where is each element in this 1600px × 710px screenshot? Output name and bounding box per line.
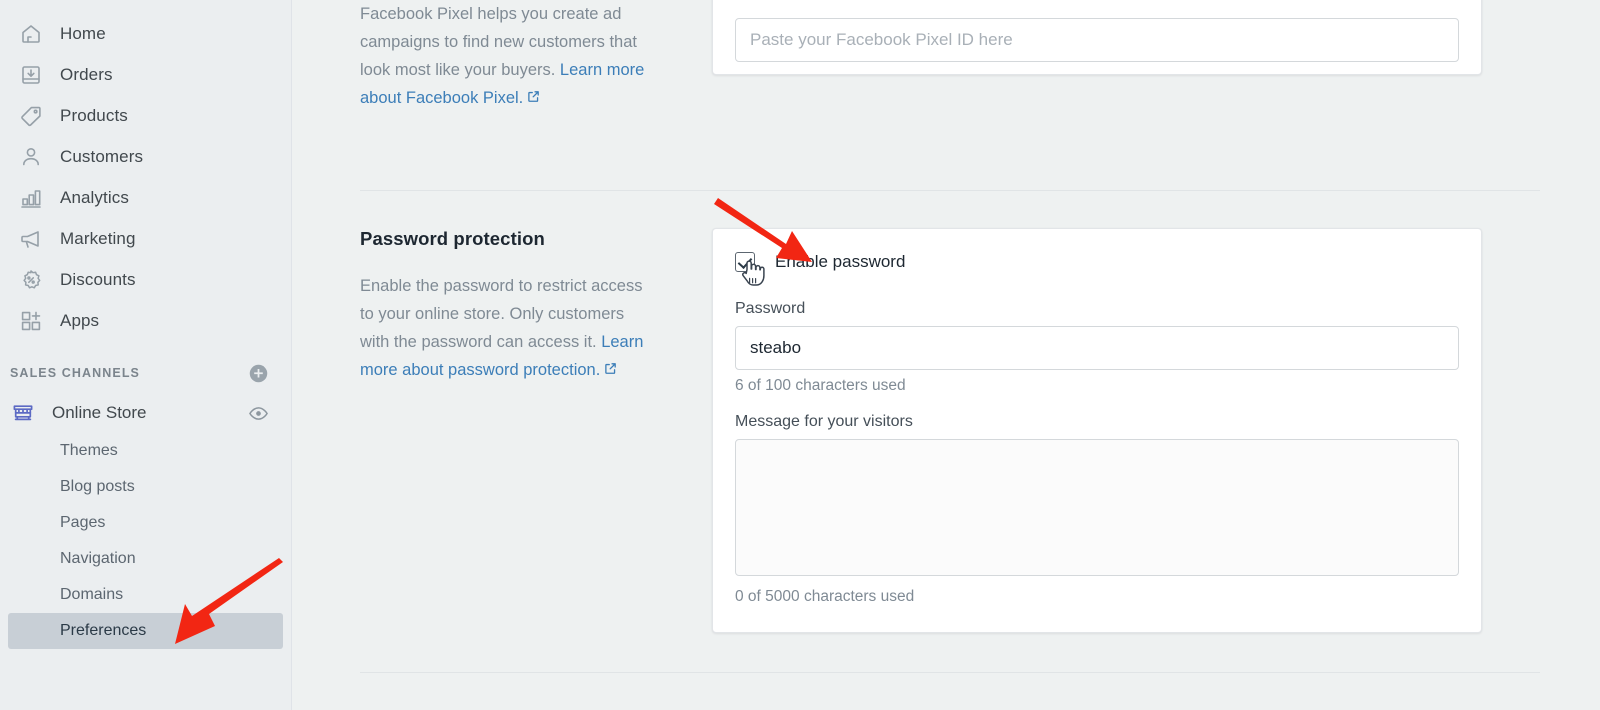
- sidebar-item-products[interactable]: Products: [8, 95, 283, 136]
- enable-password-checkbox[interactable]: [735, 252, 755, 272]
- sidebar-item-label: Home: [60, 23, 106, 43]
- sidebar-item-label: Customers: [60, 146, 144, 166]
- sidebar-item-label: Analytics: [60, 187, 129, 207]
- customers-person-icon: [18, 144, 44, 170]
- sidebar-item-marketing[interactable]: Marketing: [8, 218, 283, 259]
- sidebar-item-analytics[interactable]: Analytics: [8, 177, 283, 218]
- sidebar-item-customers[interactable]: Customers: [8, 136, 283, 177]
- sub-item-label: Navigation: [60, 550, 136, 567]
- sidebar-item-pages[interactable]: Pages: [8, 505, 283, 541]
- discounts-percent-badge-icon: [18, 267, 44, 293]
- sidebar-item-apps[interactable]: Apps: [8, 300, 283, 341]
- products-tag-icon: [18, 103, 44, 129]
- sidebar-item-domains[interactable]: Domains: [8, 577, 283, 613]
- password-protection-section: Password protection Enable the password …: [292, 228, 1600, 633]
- bottom-section-divider: [360, 672, 1540, 673]
- facebook-pixel-left-column: Facebook Pixel helps you create ad campa…: [292, 0, 712, 113]
- external-link-icon: [603, 357, 618, 385]
- password-field-label: Password: [735, 300, 806, 317]
- sidebar-item-preferences[interactable]: Preferences: [8, 613, 283, 649]
- sub-item-label: Preferences: [60, 622, 147, 639]
- online-store-shop-icon: [10, 400, 36, 426]
- orders-icon: [18, 62, 44, 88]
- facebook-pixel-id-input[interactable]: [735, 18, 1459, 62]
- sub-item-label: Domains: [60, 586, 124, 603]
- password-input[interactable]: [735, 326, 1459, 370]
- sub-item-label: Pages: [60, 514, 106, 531]
- main-content: Facebook Pixel helps you create ad campa…: [292, 0, 1600, 710]
- password-character-counter: 6 of 100 characters used: [735, 377, 906, 394]
- sub-item-label: Blog posts: [60, 478, 135, 495]
- main-sidebar: Home Orders Products Customers Analytics…: [0, 0, 292, 710]
- sales-channels-header: SALES CHANNELS: [0, 353, 291, 393]
- sidebar-item-blog-posts[interactable]: Blog posts: [8, 469, 283, 505]
- sidebar-item-label: Products: [60, 105, 128, 125]
- app-root: Home Orders Products Customers Analytics…: [0, 0, 1600, 710]
- sidebar-item-label: Marketing: [60, 228, 136, 248]
- facebook-pixel-section: Facebook Pixel helps you create ad campa…: [292, 0, 1600, 113]
- visitor-message-textarea[interactable]: [735, 439, 1459, 576]
- sidebar-item-orders[interactable]: Orders: [8, 54, 283, 95]
- sidebar-item-themes[interactable]: Themes: [8, 433, 283, 469]
- section-divider: [360, 190, 1540, 191]
- apps-grid-plus-icon: [18, 308, 44, 334]
- facebook-pixel-card: [712, 0, 1482, 75]
- eye-icon[interactable]: [248, 403, 269, 424]
- online-store-label: Online Store: [52, 403, 147, 422]
- sidebar-item-discounts[interactable]: Discounts: [8, 259, 283, 300]
- enable-password-label[interactable]: Enable password: [775, 252, 905, 272]
- marketing-megaphone-icon: [18, 226, 44, 252]
- visitor-message-label: Message for your visitors: [735, 413, 913, 430]
- facebook-pixel-description: Facebook Pixel helps you create ad campa…: [360, 0, 656, 113]
- home-icon: [18, 21, 44, 47]
- external-link-icon: [526, 85, 541, 113]
- sales-channels-title: SALES CHANNELS: [10, 366, 140, 380]
- sidebar-item-home[interactable]: Home: [8, 13, 283, 54]
- password-protection-left-column: Password protection Enable the password …: [292, 228, 712, 633]
- sidebar-item-label: Apps: [60, 310, 100, 330]
- sidebar-item-online-store[interactable]: Online Store: [0, 393, 291, 433]
- password-protection-card: Enable password Password 6 of 100 charac…: [712, 228, 1482, 633]
- sidebar-item-label: Orders: [60, 64, 113, 84]
- sidebar-item-label: Discounts: [60, 269, 136, 289]
- analytics-bar-chart-icon: [18, 185, 44, 211]
- visitor-message-character-counter: 0 of 5000 characters used: [735, 588, 915, 605]
- sidebar-item-navigation[interactable]: Navigation: [8, 541, 283, 577]
- enable-password-row[interactable]: Enable password: [735, 252, 1459, 286]
- plus-circle-icon[interactable]: [248, 363, 269, 384]
- password-protection-title: Password protection: [360, 228, 545, 249]
- sub-item-label: Themes: [60, 442, 118, 459]
- password-protection-description: Enable the password to restrict access t…: [360, 272, 656, 385]
